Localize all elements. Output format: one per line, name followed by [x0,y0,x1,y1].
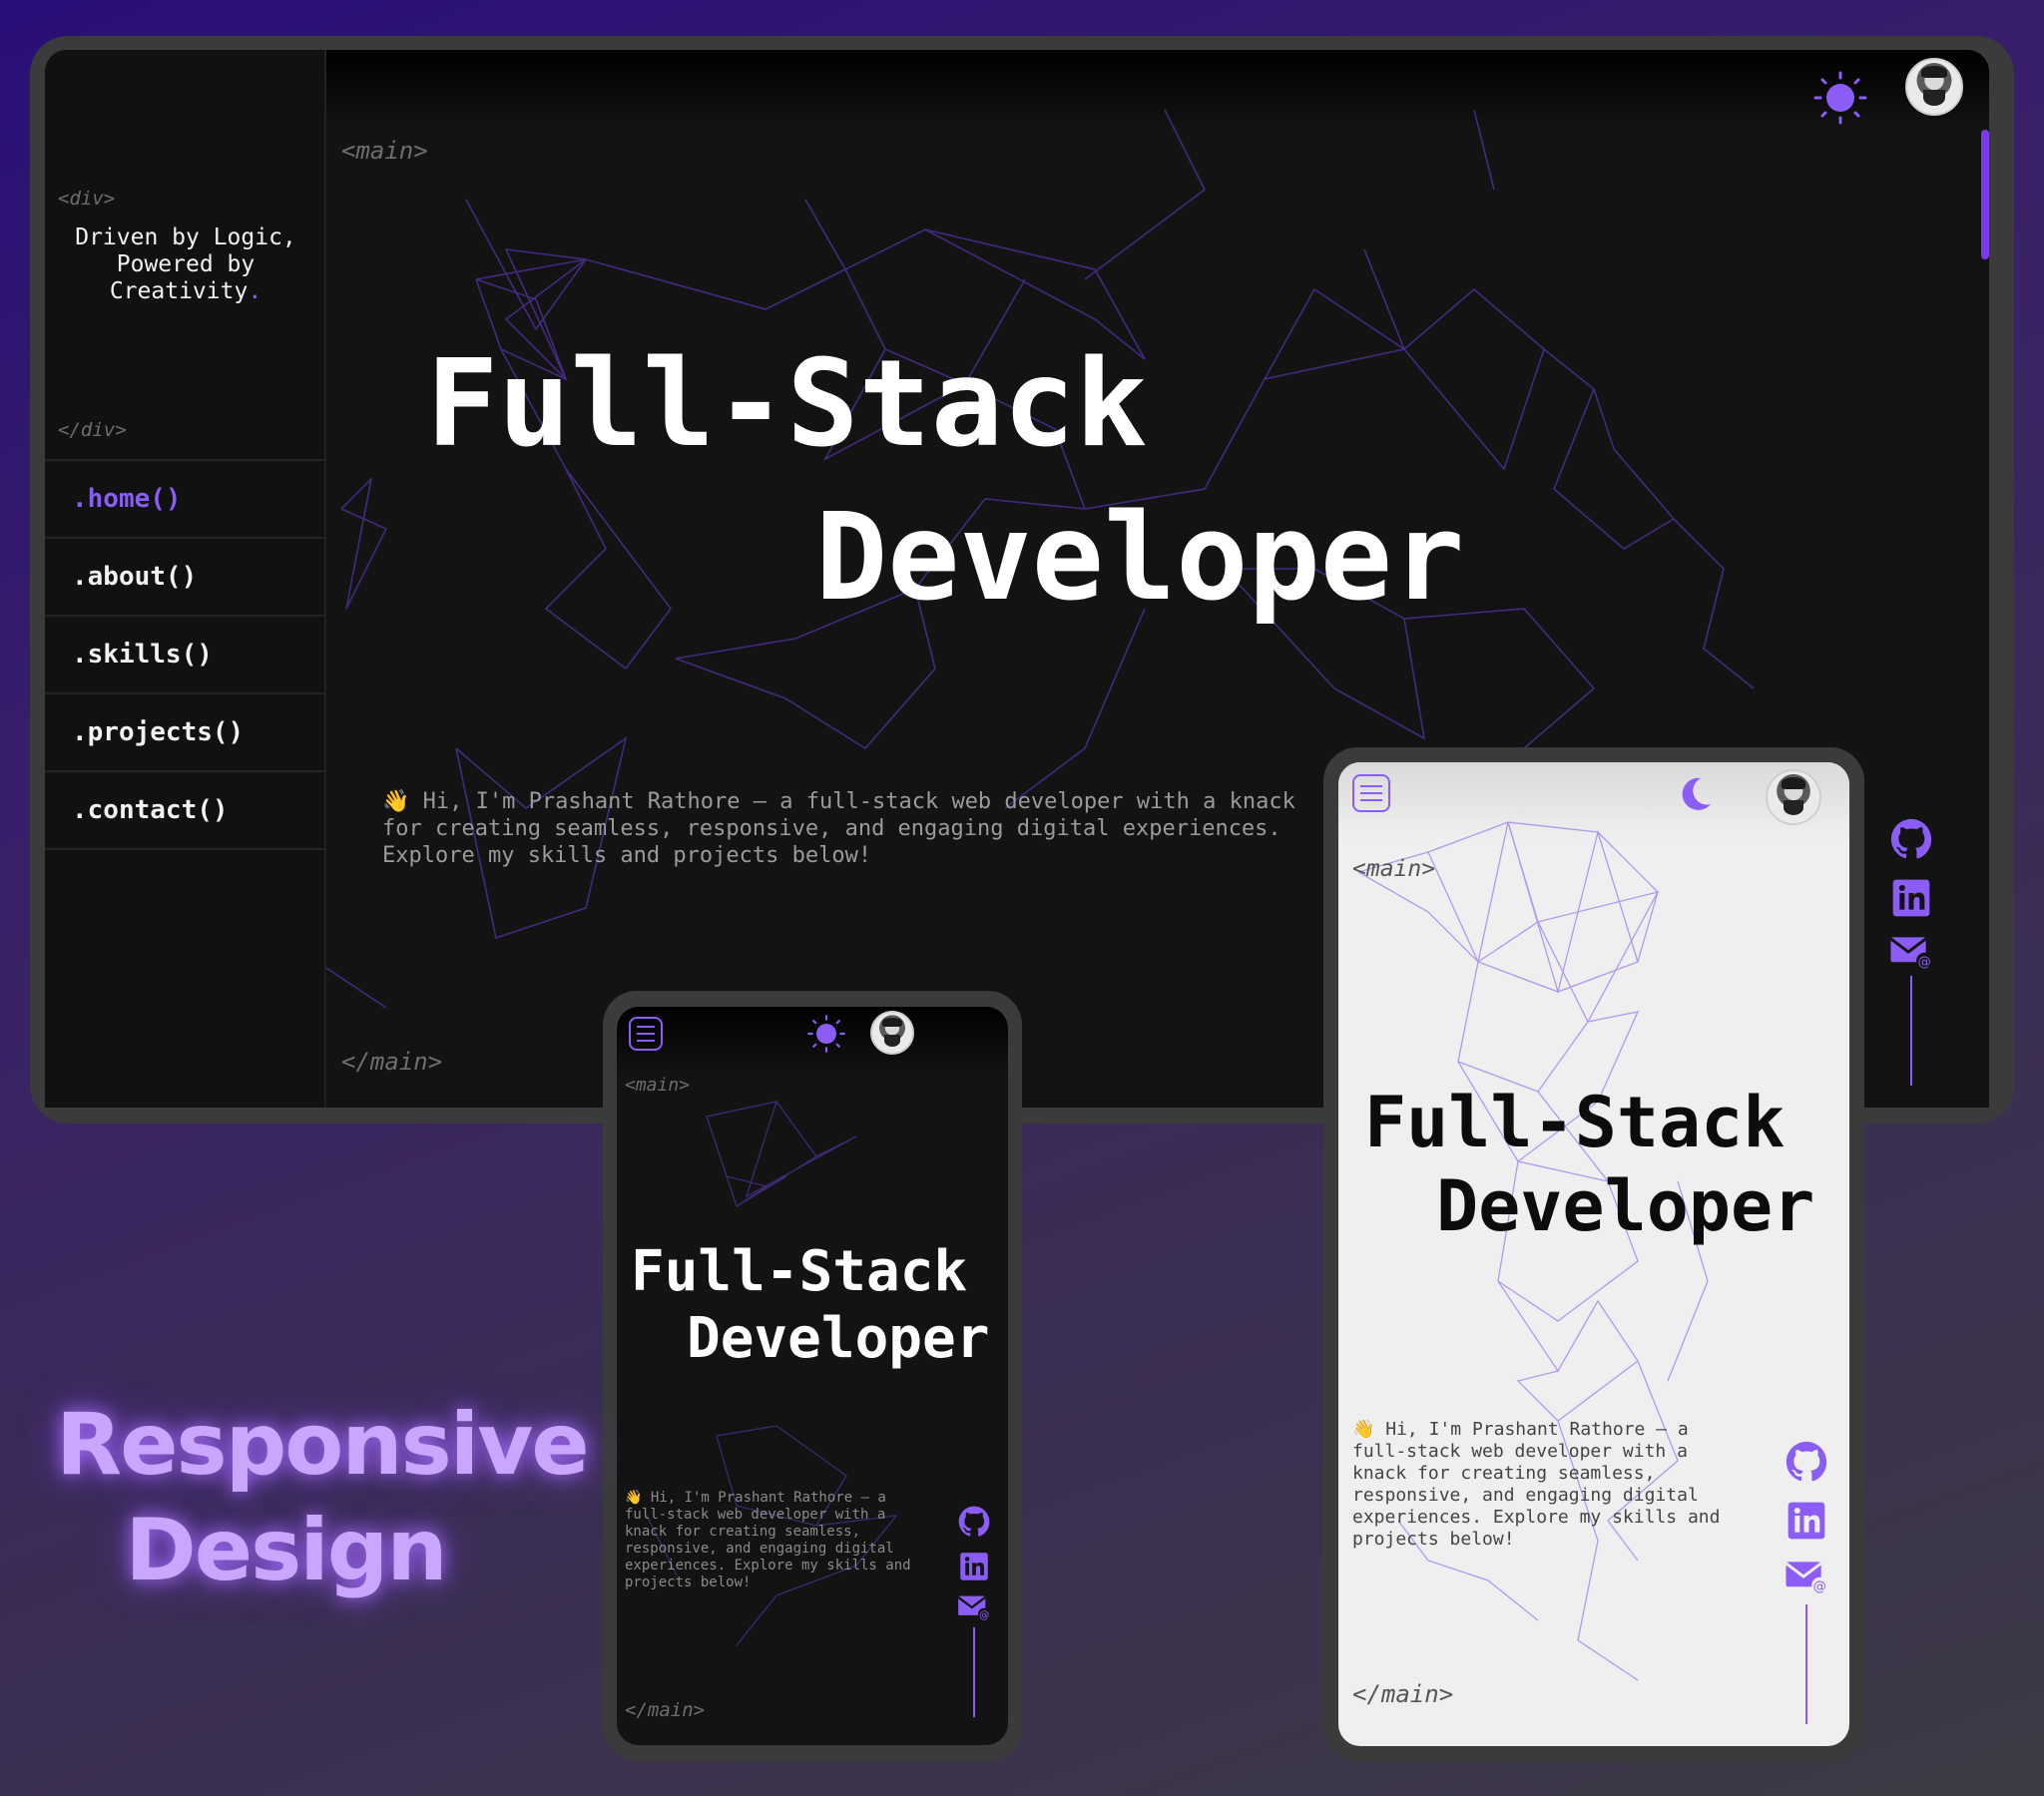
svg-text:@: @ [1813,1579,1826,1594]
main-open-tag: <main> [1352,856,1436,882]
linkedin-icon[interactable] [1787,1501,1826,1541]
social-links: @ [1886,818,1936,1086]
sidebar-nav: .home() .about() .skills() .projects() .… [45,459,326,850]
social-line [1805,1604,1807,1724]
email-icon[interactable]: @ [1785,1559,1828,1594]
avatar-beard [884,1035,900,1047]
hero-title-line2: Developer [687,1306,990,1371]
scrollbar-thumb[interactable] [1981,130,1989,259]
tablet-device-frame: <main> Full-Stack Developer 👋 Hi, I'm Pr… [1323,747,1864,1761]
hamburger-menu-icon[interactable] [1352,774,1390,812]
svg-text:@: @ [979,1610,989,1621]
sidebar-tagline: Driven by Logic, Powered by Creativity. [45,224,326,305]
phone-screen: <main> Full-Stack Developer 👋 Hi, I'm Pr… [617,1007,1008,1745]
avatar-hair [882,1017,902,1027]
avatar-beard [1923,89,1945,106]
hero-title-line2: Developer [815,489,1465,628]
github-icon[interactable] [1786,1441,1827,1483]
nav-item-projects[interactable]: .projects() [45,694,326,772]
phone-device-frame: <main> Full-Stack Developer 👋 Hi, I'm Pr… [603,991,1022,1761]
avatar[interactable] [1766,769,1821,825]
sun-icon[interactable] [806,1014,846,1054]
linkedin-icon[interactable] [1891,878,1931,918]
hero-title-line1: Full-Stack [1364,1082,1786,1163]
hero-intro: 👋 Hi, I'm Prashant Rathore – a full-stac… [625,1490,911,1590]
main-close-tag: </main> [1352,1680,1454,1708]
main-open-tag: <main> [625,1075,691,1096]
hamburger-menu-icon[interactable] [629,1017,663,1051]
sun-icon[interactable] [1812,70,1868,126]
caption-line1: Responsive [56,1395,590,1495]
avatar-hair [1781,777,1806,789]
linkedin-icon[interactable] [959,1552,989,1581]
avatar[interactable] [1905,58,1963,116]
div-close-tag: </div> [58,419,127,441]
nav-item-contact[interactable]: .contact() [45,772,326,850]
social-line [973,1627,975,1717]
hero-title-line2: Developer [1436,1165,1815,1247]
sidebar: <div> Driven by Logic, Powered by Creati… [45,50,326,1108]
social-line [1910,976,1912,1086]
social-links: @ [954,1506,994,1717]
main-close-tag: </main> [625,1699,706,1721]
phone-plexus-background [646,1101,898,1646]
avatar-hair [1921,66,1947,79]
tablet-screen: <main> Full-Stack Developer 👋 Hi, I'm Pr… [1338,762,1849,1746]
avatar-beard [1783,799,1804,816]
email-icon[interactable]: @ [957,1593,991,1621]
github-icon[interactable] [1890,818,1932,860]
tagline-dot: . [248,278,262,304]
div-open-tag: <div> [58,188,116,210]
hero-intro: 👋 Hi, I'm Prashant Rathore – a full-stac… [382,789,1295,868]
github-icon[interactable] [958,1506,990,1538]
hero-intro: 👋 Hi, I'm Prashant Rathore – a full-stac… [1352,1419,1721,1550]
nav-item-about[interactable]: .about() [45,539,326,617]
caption: Responsive Design [56,1392,590,1603]
main-open-tag: <main> [341,137,428,165]
tablet-plexus-background [1357,821,1709,1681]
tagline-text: Driven by Logic, Powered by Creativity [75,224,296,304]
caption-line2: Design [125,1501,447,1600]
moon-icon[interactable] [1675,774,1715,814]
svg-text:@: @ [1918,955,1931,970]
nav-item-home[interactable]: .home() [45,461,326,539]
main-close-tag: </main> [341,1048,443,1076]
nav-item-skills[interactable]: .skills() [45,617,326,694]
social-links: @ [1784,1441,1829,1724]
avatar[interactable] [870,1011,914,1055]
hero-title-line1: Full-Stack [631,1239,968,1304]
email-icon[interactable]: @ [1889,934,1933,970]
hero-title-line1: Full-Stack [426,335,1148,474]
